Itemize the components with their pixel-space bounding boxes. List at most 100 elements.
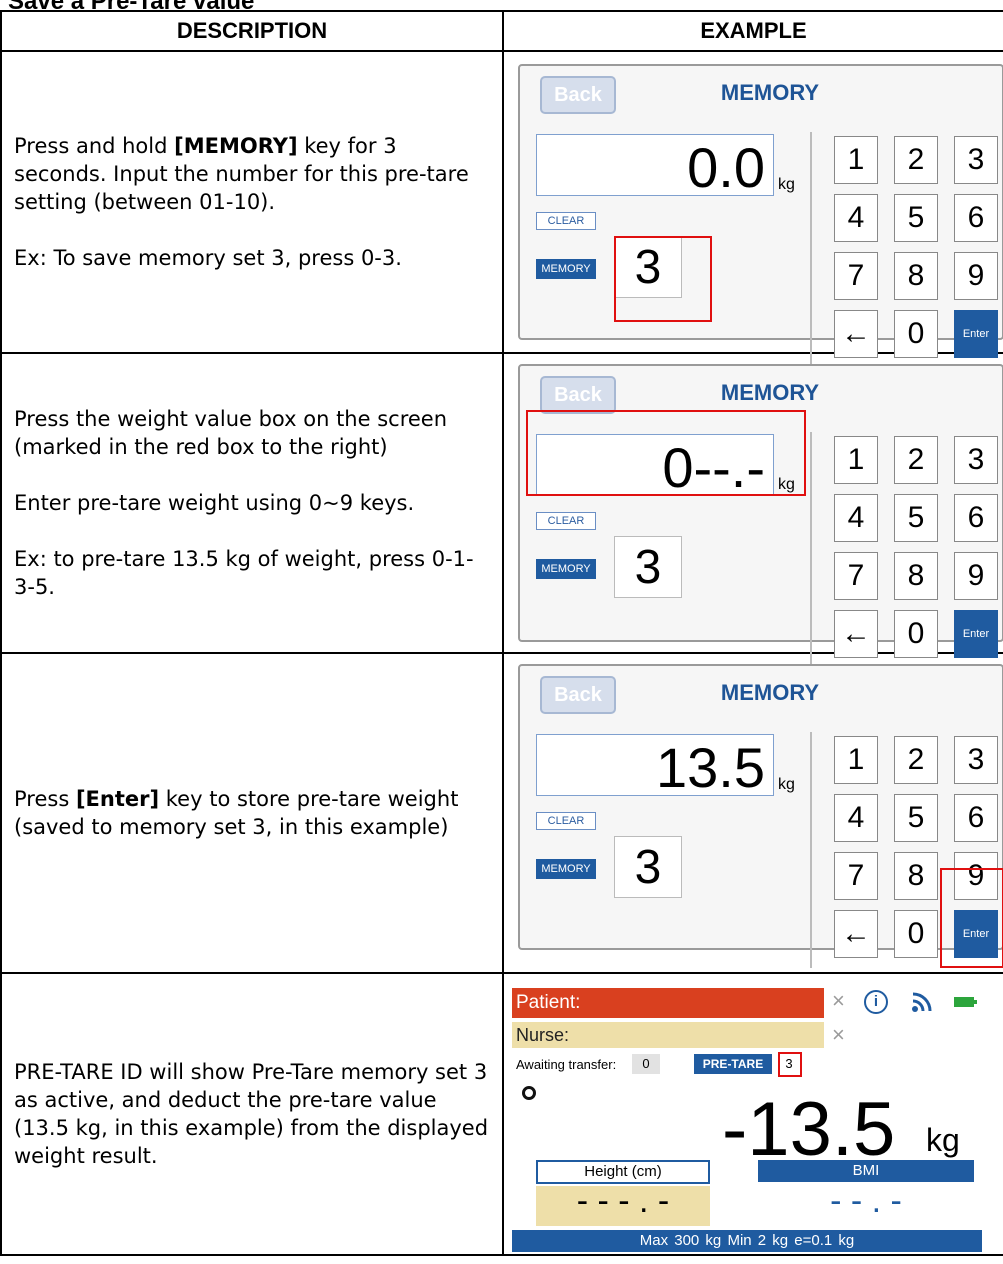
memory-set-box[interactable]: 3 <box>614 536 682 598</box>
digit-key[interactable]: 1 <box>834 736 878 784</box>
digit-key[interactable]: 5 <box>894 194 938 242</box>
digit-key[interactable]: 0 <box>894 910 938 958</box>
nurse-field[interactable]: Nurse: <box>512 1022 824 1048</box>
description-paragraph: Press and hold [MEMORY] key for 3 second… <box>14 132 490 216</box>
header-description: DESCRIPTION <box>0 10 504 52</box>
digit-key[interactable]: 3 <box>954 436 998 484</box>
description-cell: Press and hold [MEMORY] key for 3 second… <box>0 50 504 354</box>
weight-value: 13.5 <box>656 736 765 799</box>
weight-unit: kg <box>778 176 795 193</box>
example-cell: Back MEMORY 13.5 kg CLEAR MEMORY 3 1 2 3 4 5 6 7 8 9 ← 0 E… <box>502 652 1003 974</box>
instruction-table: DESCRIPTION EXAMPLE Press and hold [MEMO… <box>0 10 1003 1256</box>
digit-key[interactable]: 6 <box>954 494 998 542</box>
weight-input-box[interactable]: 13.5 <box>536 734 774 799</box>
table-header-row: DESCRIPTION EXAMPLE <box>0 10 1003 52</box>
back-button[interactable]: Back <box>540 376 616 414</box>
weight-value: 0.0 <box>687 136 765 199</box>
memory-button[interactable]: MEMORY <box>536 559 596 579</box>
weight-value: -13.5 <box>722 1087 896 1172</box>
back-button[interactable]: Back <box>540 76 616 114</box>
digit-key[interactable]: 8 <box>894 252 938 300</box>
example-cell: Patient: × i Nurse: × Awaiting transfer:… <box>502 972 1003 1256</box>
description-text: Press and hold <box>14 134 175 158</box>
weight-unit: kg <box>778 776 795 793</box>
table-row: Press [Enter] key to store pre-tare weig… <box>0 652 1003 974</box>
digit-key[interactable]: 2 <box>894 136 938 184</box>
description-paragraph: PRE-TARE ID will show Pre-Tare memory se… <box>14 1058 490 1170</box>
awaiting-transfer-label: Awaiting transfer: <box>516 1057 617 1072</box>
close-icon[interactable]: × <box>832 988 845 1014</box>
weight-input-box[interactable]: 0.0 <box>536 134 774 199</box>
bmi-value: - - . - <box>830 1182 902 1220</box>
highlight-box <box>614 236 712 322</box>
memory-button[interactable]: MEMORY <box>536 859 596 879</box>
patient-field[interactable]: Patient: <box>512 988 824 1018</box>
digit-key[interactable]: 2 <box>894 436 938 484</box>
highlight-box <box>526 410 806 496</box>
digit-key[interactable]: 5 <box>894 794 938 842</box>
pretare-badge: PRE-TARE <box>694 1054 772 1074</box>
back-button[interactable]: Back <box>540 676 616 714</box>
digit-key[interactable]: 4 <box>834 194 878 242</box>
clear-button[interactable]: CLEAR <box>536 812 596 830</box>
description-text: Press the weight value box on the screen… <box>14 407 448 459</box>
example-cell: Back MEMORY 0.0 kg CLEAR MEMORY 3 1 2 3 4 5 6 7 8 9 ← 0 En… <box>502 50 1003 368</box>
digit-key[interactable]: 1 <box>834 436 878 484</box>
digit-key[interactable]: 9 <box>954 252 998 300</box>
digit-key[interactable]: 8 <box>894 852 938 900</box>
digit-key[interactable]: 7 <box>834 852 878 900</box>
memory-screen: Back MEMORY 0--.- kg CLEAR MEMORY 3 1 2 3 4 5 6 7 8 9 ← 0… <box>518 364 1003 668</box>
table-row: Press the weight value box on the screen… <box>0 352 1003 668</box>
description-text: Enter pre-tare weight using 0~9 keys. <box>14 491 415 515</box>
digit-key[interactable]: 3 <box>954 736 998 784</box>
memory-set-box[interactable]: 3 <box>614 836 682 898</box>
info-icon[interactable]: i <box>864 990 888 1014</box>
height-label: Height (cm) <box>536 1160 710 1184</box>
description-text: Ex: to pre-tare 13.5 kg of weight, press… <box>14 547 474 599</box>
enter-key[interactable]: Enter <box>954 310 998 358</box>
height-value[interactable]: - - - . - <box>536 1184 710 1226</box>
backspace-key[interactable]: ← <box>834 310 878 358</box>
description-paragraph: Press [Enter] key to store pre-tare weig… <box>14 785 490 841</box>
awaiting-transfer-count: 0 <box>632 1054 660 1074</box>
highlight-box <box>778 1052 802 1077</box>
digit-key[interactable]: 7 <box>834 252 878 300</box>
description-text: PRE-TARE ID will show Pre-Tare memory se… <box>14 1060 489 1168</box>
digit-key[interactable]: 3 <box>954 136 998 184</box>
clear-button[interactable]: CLEAR <box>536 212 596 230</box>
description-cell: Press the weight value box on the screen… <box>0 352 504 654</box>
digit-key[interactable]: 0 <box>894 610 938 658</box>
description-paragraph: Press the weight value box on the screen… <box>14 405 490 461</box>
digit-key[interactable]: 0 <box>894 310 938 358</box>
memory-button[interactable]: MEMORY <box>536 259 596 279</box>
description-cell: PRE-TARE ID will show Pre-Tare memory se… <box>0 972 504 1256</box>
scale-capacity-footer: Max 300 kg Min 2 kg e=0.1 kg <box>512 1230 982 1252</box>
table-row: Press and hold [MEMORY] key for 3 second… <box>0 50 1003 368</box>
memory-screen: Back MEMORY 13.5 kg CLEAR MEMORY 3 1 2 3 4 5 6 7 8 9 ← 0 E… <box>518 664 1003 968</box>
keypad: 1 2 3 4 5 6 7 8 9 ← 0 Enter <box>810 132 1003 368</box>
description-text: Press <box>14 787 76 811</box>
digit-key[interactable]: 6 <box>954 194 998 242</box>
screen-title: MEMORY <box>720 680 820 705</box>
digit-key[interactable]: 4 <box>834 794 878 842</box>
clear-button[interactable]: CLEAR <box>536 512 596 530</box>
digit-key[interactable]: 6 <box>954 794 998 842</box>
weight-unit: kg <box>926 1122 960 1158</box>
backspace-key[interactable]: ← <box>834 910 878 958</box>
digit-key[interactable]: 8 <box>894 552 938 600</box>
digit-key[interactable]: 2 <box>894 736 938 784</box>
enter-key[interactable]: Enter <box>954 610 998 658</box>
header-example: EXAMPLE <box>502 10 1003 52</box>
example-cell: Back MEMORY 0--.- kg CLEAR MEMORY 3 1 2 3 4 5 6 7 8 9 ← 0… <box>502 352 1003 668</box>
digit-key[interactable]: 5 <box>894 494 938 542</box>
digit-key[interactable]: 4 <box>834 494 878 542</box>
backspace-key[interactable]: ← <box>834 610 878 658</box>
battery-icon <box>954 997 977 1007</box>
description-text: Ex: To save memory set 3, press 0-3. <box>14 246 402 270</box>
screen-title: MEMORY <box>720 80 820 105</box>
digit-key[interactable]: 7 <box>834 552 878 600</box>
digit-key[interactable]: 9 <box>954 552 998 600</box>
status-screen: Patient: × i Nurse: × Awaiting transfer:… <box>512 982 982 1252</box>
close-icon[interactable]: × <box>832 1022 845 1048</box>
digit-key[interactable]: 1 <box>834 136 878 184</box>
